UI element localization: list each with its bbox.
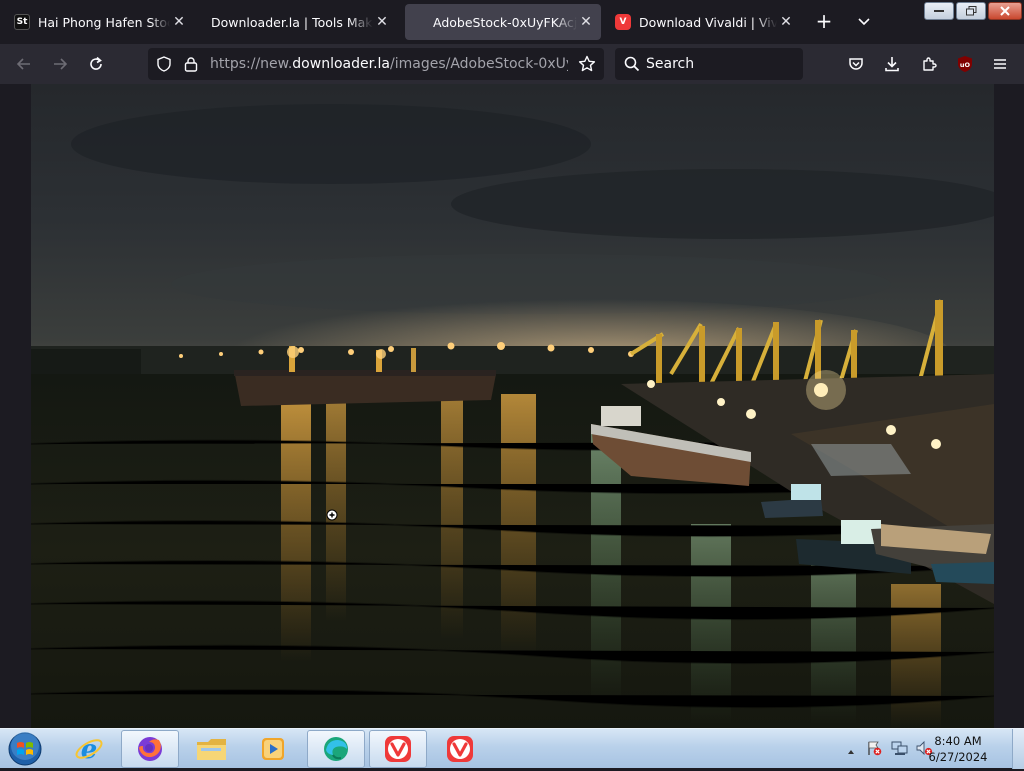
search-icon [624, 56, 640, 72]
media-player-icon [262, 738, 284, 760]
window-controls [924, 2, 1022, 20]
flag-warning-icon [868, 741, 882, 756]
application-menu-button[interactable] [988, 52, 1012, 76]
tab-title: Downloader.la | Tools Making Your Life E… [211, 14, 373, 30]
windows-start-orb-icon [8, 732, 42, 766]
tab-hai-phong-stock[interactable]: St Hai Phong Hafen Stock Photos ✕ [4, 4, 194, 40]
ublock-origin-icon: uO [958, 56, 972, 72]
taskbar-file-explorer[interactable] [183, 730, 241, 768]
minimize-icon [934, 10, 944, 12]
network-icon [891, 741, 908, 755]
close-tab-icon[interactable]: ✕ [170, 14, 188, 30]
downloads-button[interactable] [880, 52, 904, 76]
system-clock[interactable]: 8:40 AM 6/27/2024 [928, 733, 988, 765]
taskbar-vivaldi-2[interactable] [431, 730, 489, 768]
restore-icon [965, 6, 976, 16]
search-input[interactable]: Search [646, 56, 694, 72]
reload-button[interactable] [84, 52, 108, 76]
svg-text:e: e [81, 735, 98, 764]
new-tab-button[interactable]: + [812, 10, 836, 34]
harbor-night-photo[interactable] [31, 84, 994, 728]
show-desktop-button[interactable] [1012, 729, 1024, 769]
shield-icon[interactable] [156, 56, 172, 72]
taskbar-media-player[interactable] [244, 730, 302, 768]
address-bar[interactable]: https://new.downloader.la/images/AdobeSt… [148, 48, 604, 80]
pocket-icon [849, 58, 863, 70]
search-bar[interactable]: Search [615, 48, 803, 80]
navigation-toolbar: https://new.downloader.la/images/AdobeSt… [0, 44, 1024, 84]
ublock-origin-button[interactable]: uO [953, 52, 977, 76]
action-center-tray-icon[interactable] [866, 740, 882, 760]
reload-icon [90, 56, 102, 70]
close-window-button[interactable] [988, 2, 1022, 20]
start-button[interactable] [6, 731, 44, 767]
url-domain: downloader.la [292, 56, 390, 72]
forward-arrow-icon [54, 58, 68, 70]
clock-time: 8:40 AM [934, 734, 982, 748]
network-tray-icon[interactable] [891, 740, 909, 760]
restore-button[interactable] [956, 2, 986, 20]
close-icon [1000, 6, 1010, 16]
taskbar-vivaldi-1[interactable] [369, 730, 427, 768]
taskbar-firefox[interactable] [121, 730, 179, 768]
tab-download-vivaldi[interactable]: V Download Vivaldi | Vivaldi Browser ✕ [605, 4, 801, 40]
edge-icon [324, 737, 348, 761]
clock-date: 6/27/2024 [928, 750, 988, 764]
back-arrow-icon [16, 58, 30, 70]
url-prefix: https://new. [210, 56, 293, 72]
minimize-button[interactable] [924, 2, 954, 20]
vivaldi-icon [447, 736, 473, 762]
taskbar-edge[interactable] [307, 730, 365, 768]
forward-button[interactable] [48, 52, 72, 76]
tab-downloader[interactable]: Downloader.la | Tools Making Your Life E… [201, 4, 397, 40]
puzzle-piece-icon [923, 57, 937, 71]
photo-artwork [31, 84, 994, 728]
tab-title: AdobeStock-0xUyFKAcjM.jpg [433, 14, 577, 30]
windows-taskbar: e 8:40 AM 6/27/2024 [0, 728, 1024, 769]
tab-title: Hai Phong Hafen Stock Photos [38, 14, 170, 30]
url-text: https://new.downloader.la/images/AdobeSt… [210, 56, 568, 72]
show-hidden-icons-button[interactable] [846, 742, 856, 761]
vivaldi-icon: V [615, 14, 631, 30]
vivaldi-icon [385, 736, 411, 762]
tab-adobestock-image[interactable]: AdobeStock-0xUyFKAcjM.jpg ✕ [405, 4, 601, 40]
lock-icon[interactable] [184, 56, 198, 72]
hamburger-menu-icon [994, 59, 1006, 69]
close-tab-icon[interactable]: ✕ [373, 14, 391, 30]
taskbar-internet-explorer[interactable]: e [60, 730, 118, 768]
pocket-button[interactable] [844, 52, 868, 76]
url-path: /images/AdobeStock-0xUyFKAcjM.jpg [390, 56, 568, 72]
list-all-tabs-button[interactable] [852, 10, 876, 34]
close-tab-icon[interactable]: ✕ [577, 14, 595, 30]
zoom-in-cursor-icon [326, 509, 338, 521]
chevron-up-icon [848, 750, 854, 754]
adobe-stock-icon: St [14, 14, 30, 30]
file-explorer-icon [197, 739, 226, 760]
ublock-badge-text: uO [960, 61, 971, 69]
tab-strip: St Hai Phong Hafen Stock Photos ✕ Downlo… [0, 0, 1024, 44]
back-button[interactable] [12, 52, 36, 76]
extensions-button[interactable] [917, 52, 941, 76]
firefox-icon [138, 737, 162, 761]
internet-explorer-icon: e [75, 735, 103, 764]
page-content [0, 84, 1024, 728]
chevron-down-icon [858, 18, 870, 26]
close-tab-icon[interactable]: ✕ [777, 14, 795, 30]
download-icon [885, 57, 899, 72]
tab-title: Download Vivaldi | Vivaldi Browser [639, 14, 777, 30]
bookmark-star-icon[interactable] [578, 55, 596, 73]
